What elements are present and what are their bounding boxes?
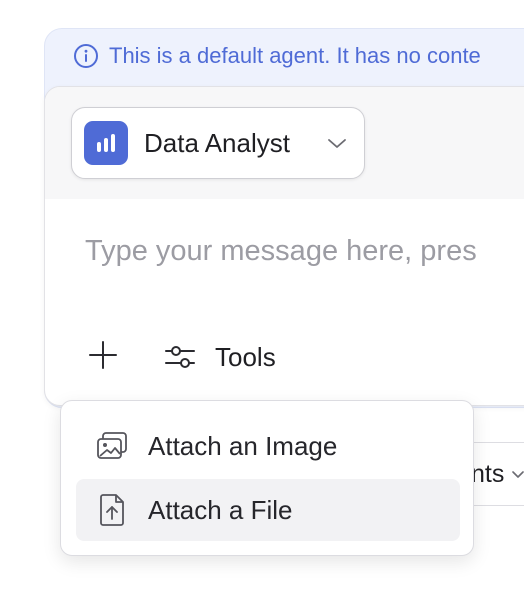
attach-menu: Attach an Image Attach a File [60, 400, 474, 556]
menu-item-attach-image[interactable]: Attach an Image [76, 415, 460, 477]
menu-item-label: Attach a File [148, 494, 293, 525]
tools-button[interactable]: Tools [163, 337, 276, 377]
add-attachment-button[interactable] [85, 339, 121, 375]
file-upload-icon [94, 492, 130, 528]
chevron-down-icon [326, 132, 348, 154]
partially-hidden-dropdown-label: nts [471, 459, 505, 488]
image-icon [94, 428, 130, 464]
menu-item-label: Attach an Image [148, 430, 338, 461]
info-icon [73, 43, 99, 69]
agent-name: Data Analyst [144, 127, 290, 158]
info-banner-text: This is a default agent. It has no conte [109, 43, 481, 68]
chevron-down-icon [510, 466, 524, 482]
message-input[interactable] [85, 229, 524, 273]
composer-header: Data Analyst [45, 87, 524, 199]
bar-chart-icon [84, 121, 128, 165]
sliders-icon [163, 340, 197, 374]
agent-selector-button[interactable]: Data Analyst [71, 107, 365, 179]
chat-composer-screen: This is a default agent. It has no conte… [0, 0, 524, 592]
plus-icon [87, 339, 119, 376]
info-banner-content: This is a default agent. It has no conte [73, 43, 481, 69]
menu-item-attach-file[interactable]: Attach a File [76, 479, 460, 541]
message-composer: Data Analyst Type your message here, pre… [44, 86, 524, 406]
tools-label: Tools [215, 341, 276, 372]
